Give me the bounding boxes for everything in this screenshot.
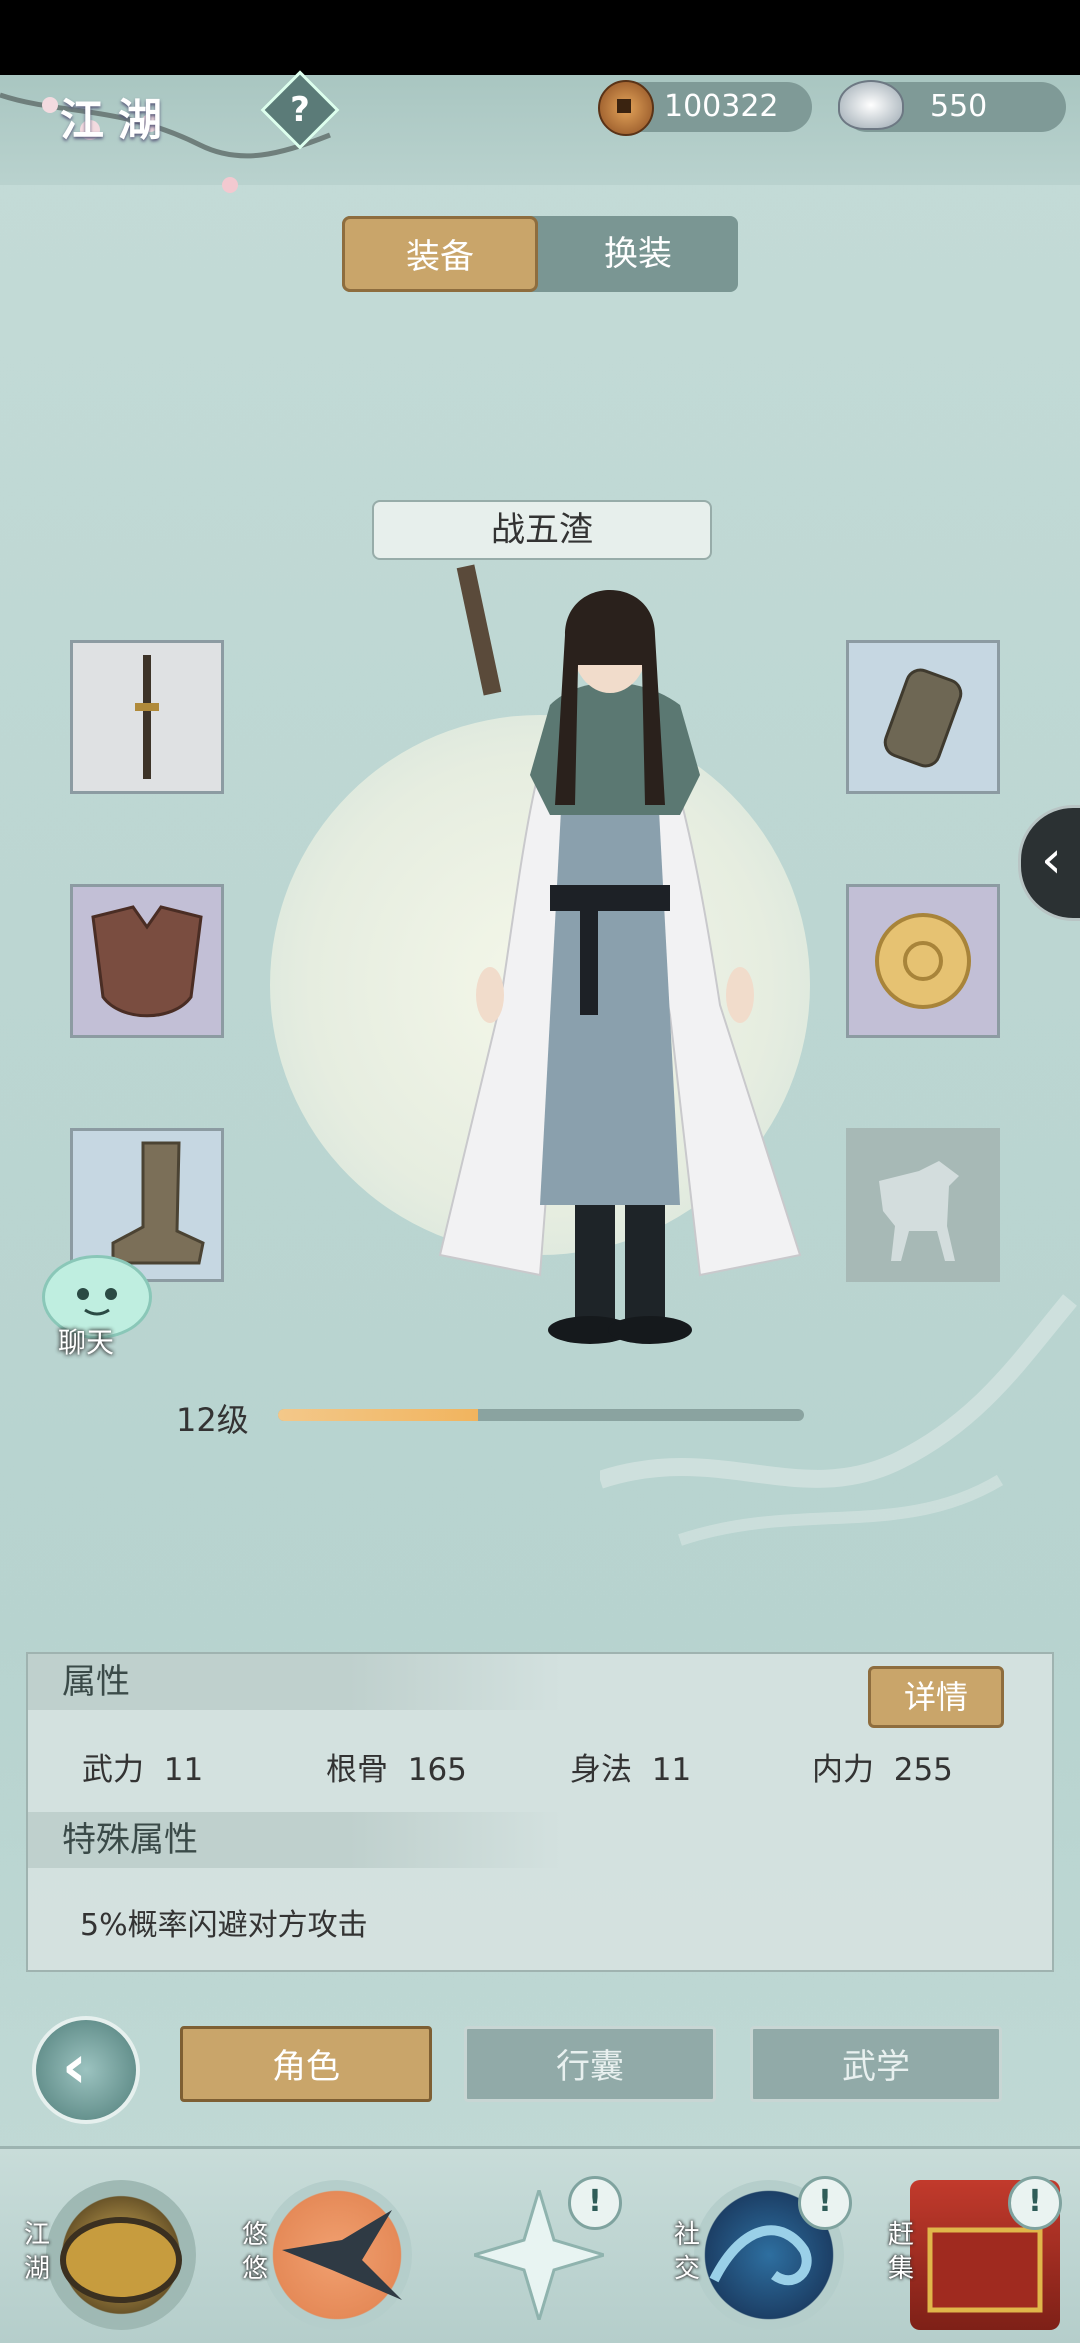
alert-badge: ! (1008, 2176, 1062, 2230)
exp-progress-fill (278, 1409, 478, 1421)
sword-icon (135, 655, 159, 779)
dock-youyou-label: 悠悠 (241, 2220, 268, 2284)
details-button[interactable]: 详情 (868, 1666, 1004, 1728)
nav-role-button[interactable]: 角色 (180, 2026, 432, 2102)
back-button[interactable]: ‹ (32, 2016, 140, 2124)
exp-progress-bar (278, 1409, 804, 1421)
straw-hat-icon (60, 2217, 182, 2303)
alert-badge: ! (568, 2176, 622, 2230)
character-figure (438, 564, 802, 1344)
dock-jianghu-label: 江湖 (23, 2220, 50, 2284)
stat-strength: 武力 11 (82, 1744, 203, 1789)
bracer-slot[interactable] (846, 640, 1000, 794)
attributes-heading: 属性 (28, 1654, 562, 1710)
chat-label: 聊天 (58, 1326, 115, 1359)
stat-value: 255 (893, 1752, 953, 1788)
swallow-bird-icon (282, 2210, 402, 2300)
dock-market-label: 赶集 (887, 2220, 914, 2284)
stat-constitution: 根骨 165 (326, 1744, 467, 1789)
level-label: 12级 (176, 1401, 249, 1439)
stat-value: 11 (163, 1752, 204, 1788)
jade-pendant-icon (875, 913, 971, 1009)
tab-equip[interactable]: 装备 (342, 216, 538, 292)
stat-value: 11 (651, 1752, 692, 1788)
stat-label: 身法 (570, 1752, 632, 1788)
weapon-slot[interactable] (70, 640, 224, 794)
armor-slot[interactable] (70, 884, 224, 1038)
special-attribute-text: 5%概率闪避对方攻击 (80, 1908, 368, 1943)
help-icon: ? (290, 90, 310, 130)
stat-agility: 身法 11 (570, 1744, 691, 1789)
accessory-slot[interactable] (846, 884, 1000, 1038)
dock-jianghu-button[interactable] (46, 2180, 196, 2330)
silver-ingot-icon (838, 80, 904, 130)
mount-slot[interactable] (846, 1128, 1000, 1282)
stat-label: 武力 (82, 1752, 144, 1788)
horse-icon (879, 1161, 959, 1261)
nav-bag-button[interactable]: 行囊 (464, 2026, 716, 2102)
dock-youyou-button[interactable] (262, 2180, 412, 2330)
special-attributes-heading: 特殊属性 (28, 1812, 562, 1868)
stat-value: 165 (407, 1752, 467, 1788)
tab-outfit[interactable]: 换装 (538, 216, 738, 292)
nav-martial-button[interactable]: 武学 (750, 2026, 1002, 2102)
status-bar (0, 0, 1080, 75)
stat-inner-power: 内力 255 (812, 1744, 953, 1789)
alert-badge: ! (798, 2176, 852, 2230)
copper-amount: 100322 (664, 89, 779, 124)
stat-label: 根骨 (326, 1752, 388, 1788)
collapse-panel-button[interactable]: ‹ (1018, 805, 1080, 921)
stat-label: 内力 (812, 1752, 874, 1788)
back-arrow-icon: ‹ (62, 2032, 87, 2102)
chevron-left-icon: ‹ (1041, 830, 1062, 890)
dock-social-label: 社交 (673, 2220, 700, 2284)
armor-icon (91, 905, 203, 1018)
copper-coin-icon (598, 80, 654, 136)
silver-amount: 550 (930, 89, 988, 124)
bracer-icon (883, 668, 963, 768)
character-name: 战五渣 (372, 500, 712, 560)
page-title: 江湖 (60, 95, 176, 146)
